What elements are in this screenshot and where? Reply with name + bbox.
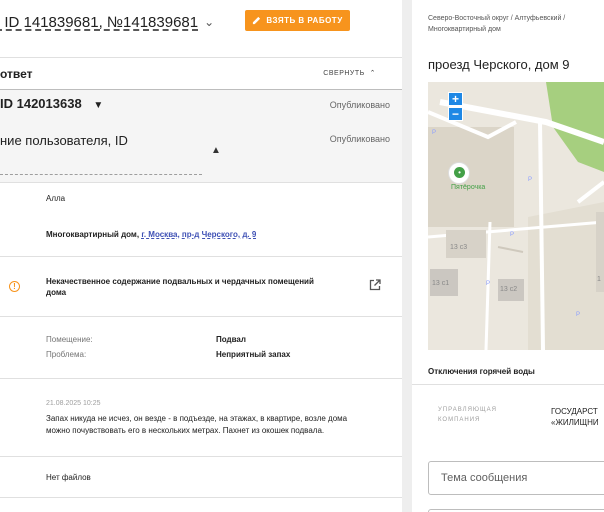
pencil-icon bbox=[253, 16, 261, 25]
dashed-underline bbox=[0, 174, 202, 175]
company-value-line: «ЖИЛИЩНИ bbox=[551, 418, 599, 427]
take-to-work-button[interactable]: ВЗЯТЬ В РАБОТУ bbox=[245, 10, 350, 31]
chevron-up-icon: ⌃ bbox=[367, 70, 376, 77]
parking-icon: P bbox=[486, 281, 491, 287]
map[interactable]: + − • Пятёрочка 13 с3 13 с1 13 с2 1 P P … bbox=[428, 82, 604, 350]
store-poi-icon[interactable]: • bbox=[448, 162, 470, 184]
chevron-down-icon[interactable]: ▼ bbox=[93, 100, 103, 111]
parking-icon: P bbox=[528, 177, 533, 183]
divider bbox=[0, 497, 402, 498]
company-value-line: ГОСУДАРСТ bbox=[551, 407, 598, 416]
building-label: 1 bbox=[597, 276, 601, 283]
status-badge: Опубликовано bbox=[329, 100, 390, 110]
building-label: 13 с1 bbox=[432, 280, 450, 287]
building-label: 13 с3 bbox=[450, 244, 468, 251]
user-row: ние пользователя, ID bbox=[0, 133, 128, 148]
room-label: Помещение: bbox=[46, 335, 93, 344]
problem-value: Неприятный запах bbox=[216, 350, 291, 359]
message-line: можно почувствовать его в нескольких мет… bbox=[46, 426, 325, 435]
map-canvas bbox=[428, 82, 604, 350]
zoom-out-button[interactable]: − bbox=[448, 107, 463, 121]
answer-id-row[interactable]: ID 142013638 ▼ bbox=[0, 96, 103, 111]
subject-input[interactable] bbox=[428, 461, 604, 495]
author-name: Алла bbox=[46, 194, 66, 203]
location-prefix: Многоквартирный дом, bbox=[46, 230, 140, 239]
divider bbox=[0, 57, 402, 58]
breadcrumb-line: Многоквартирный дом bbox=[428, 26, 501, 33]
problem-title-line: Некачественное содержание подвальных и ч… bbox=[46, 277, 314, 286]
chevron-up-icon[interactable]: ▲ bbox=[211, 145, 221, 156]
divider bbox=[0, 256, 402, 257]
divider bbox=[0, 378, 402, 379]
ticket-panel: , ID 141839681, №141839681 ⌄ ВЗЯТЬ В РАБ… bbox=[0, 0, 402, 512]
divider bbox=[412, 384, 604, 385]
address-title: проезд Черского, дом 9 bbox=[428, 57, 570, 72]
building-label: 13 с2 bbox=[500, 286, 518, 293]
company-label-line: УПРАВЛЯЮЩАЯ bbox=[438, 407, 497, 413]
answer-id: ID 142013638 bbox=[0, 96, 82, 111]
outage-title: Отключения горячей воды bbox=[428, 367, 535, 376]
message-text: Запах никуда не исчез, он везде - в подъ… bbox=[46, 413, 347, 437]
company-value: ГОСУДАРСТ «ЖИЛИЩНИ bbox=[551, 406, 599, 428]
files-text: Нет файлов bbox=[46, 473, 91, 482]
divider bbox=[0, 316, 402, 317]
problem-title-line: дома bbox=[46, 288, 67, 297]
warning-icon: ! bbox=[9, 281, 20, 292]
address-panel: Северо-Восточный округ / Алтуфьевский / … bbox=[412, 0, 604, 512]
address-link[interactable]: г. Москва, пр-д Черского, д. 9 bbox=[141, 230, 256, 239]
poi-label: Пятёрочка bbox=[451, 184, 486, 191]
answer-section-title: ответ bbox=[0, 67, 33, 81]
message-line: Запах никуда не исчез, он везде - в подъ… bbox=[46, 414, 348, 423]
company-label-line: КОМПАНИЯ bbox=[438, 417, 481, 423]
take-to-work-label: ВЗЯТЬ В РАБОТУ bbox=[266, 16, 343, 25]
company-label: УПРАВЛЯЮЩАЯ КОМПАНИЯ bbox=[438, 405, 497, 425]
divider bbox=[0, 456, 402, 457]
chevron-down-icon[interactable]: ⌄ bbox=[204, 15, 214, 29]
divider bbox=[0, 89, 402, 90]
ticket-header[interactable]: , ID 141839681, №141839681 ⌄ bbox=[0, 8, 214, 36]
breadcrumb-line: Северо-Восточный округ / Алтуфьевский / bbox=[428, 15, 566, 22]
problem-title: Некачественное содержание подвальных и ч… bbox=[46, 276, 314, 298]
collapse-label: СВЕРНУТЬ bbox=[323, 70, 365, 77]
status-badge: Опубликовано bbox=[329, 134, 390, 144]
external-link-icon[interactable] bbox=[369, 279, 381, 291]
room-value: Подвал bbox=[216, 335, 246, 344]
cart-icon: • bbox=[454, 167, 465, 178]
zoom-in-button[interactable]: + bbox=[448, 92, 463, 106]
collapse-button[interactable]: СВЕРНУТЬ ⌃ bbox=[323, 69, 376, 77]
parking-icon: P bbox=[576, 312, 581, 318]
breadcrumb: Северо-Восточный округ / Алтуфьевский / … bbox=[428, 13, 604, 35]
parking-icon: P bbox=[510, 232, 515, 238]
parking-icon: P bbox=[432, 130, 437, 136]
ticket-ids[interactable]: , ID 141839681, №141839681 bbox=[0, 14, 198, 31]
problem-label: Проблема: bbox=[46, 350, 87, 359]
location-row: Многоквартирный дом, г. Москва, пр-д Чер… bbox=[46, 230, 256, 239]
message-date: 21.08.2025 10:25 bbox=[46, 400, 101, 407]
